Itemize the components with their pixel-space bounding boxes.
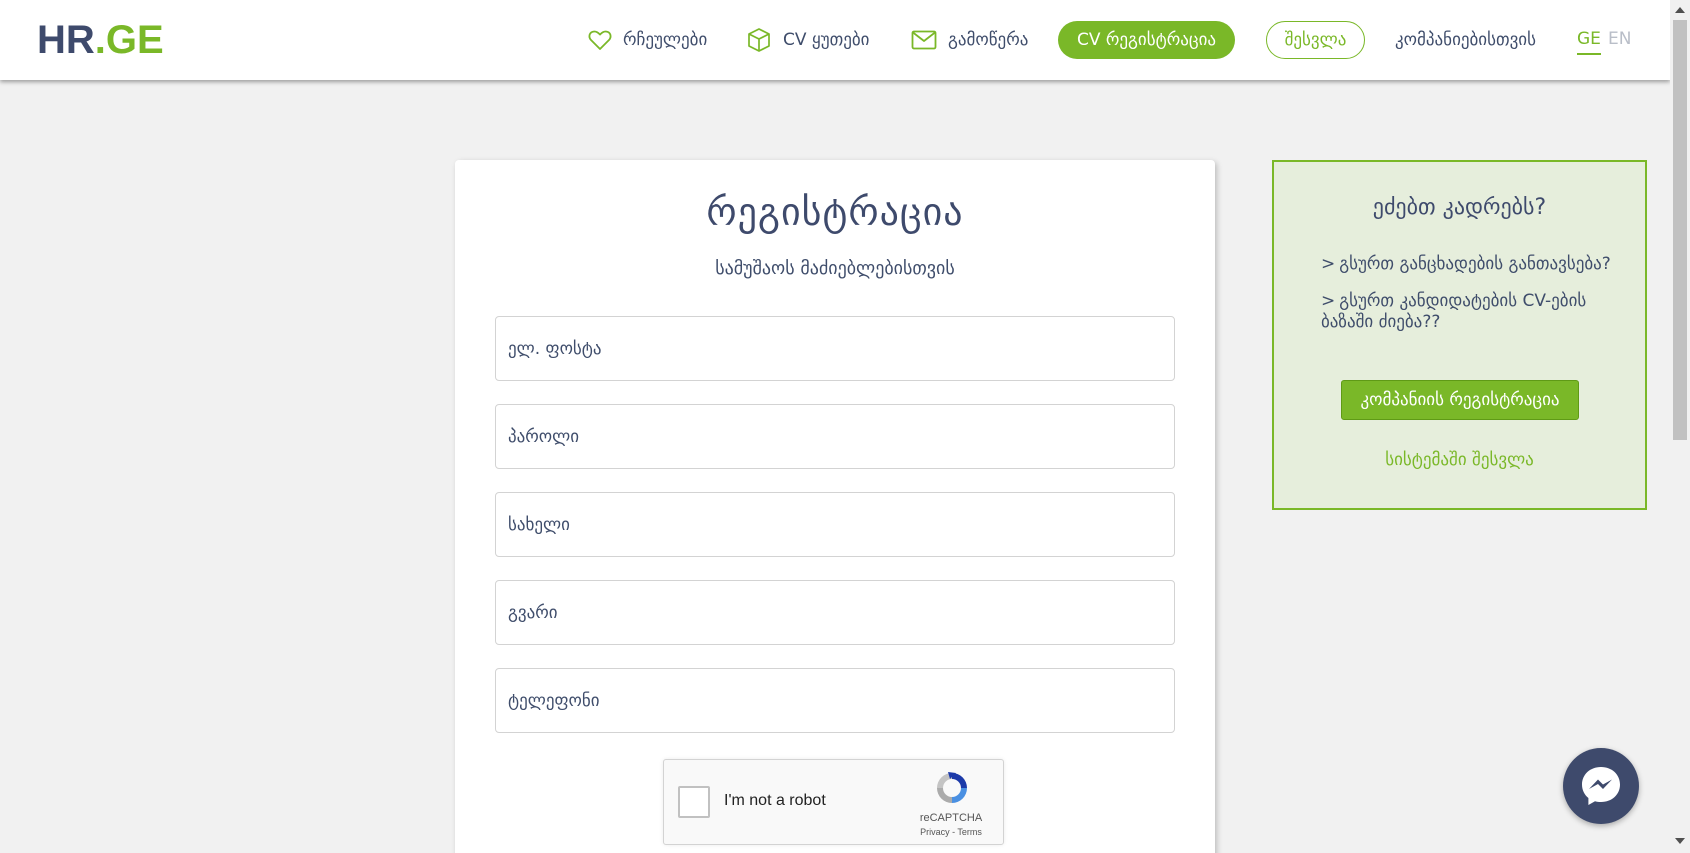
- scroll-up-arrow-icon[interactable]: [1675, 7, 1685, 13]
- recaptcha-logo-icon: [937, 772, 967, 803]
- login-button[interactable]: შესვლა: [1266, 21, 1365, 59]
- page-subtitle: სამუშაოს მაძიებლებისთვის: [715, 258, 955, 279]
- recaptcha-label: I'm not a robot: [724, 792, 826, 809]
- chevron-right-icon: >: [1321, 291, 1336, 311]
- registration-card: რეგისტრაცია სამუშაოს მაძიებლებისთვის I'm…: [455, 160, 1215, 853]
- nav-favorites-label: რჩეულები: [623, 30, 708, 50]
- page-scrollbar[interactable]: [1670, 0, 1690, 853]
- nav-cv-boxes[interactable]: CV ყუთები: [746, 0, 869, 80]
- heart-icon: [588, 30, 612, 50]
- employer-panel-item-text: გსურთ კანდიდატების CV-ების ბაზაში ძიება?…: [1321, 291, 1587, 332]
- envelope-icon: [911, 30, 937, 50]
- recaptcha-checkbox[interactable]: [678, 786, 710, 818]
- nav-favorites[interactable]: რჩეულები: [588, 0, 707, 80]
- employer-panel-item-text: გსურთ განცხადების განთავსება?: [1339, 254, 1611, 274]
- nav-cv-boxes-label: CV ყუთები: [783, 30, 870, 50]
- lang-ge[interactable]: GE: [1577, 29, 1601, 55]
- logo-hr: HR: [37, 18, 95, 62]
- recaptcha-brand: reCAPTCHA: [919, 812, 983, 824]
- system-login-link[interactable]: სისტემაში შესვლა: [1274, 450, 1645, 470]
- phone-field[interactable]: [495, 668, 1175, 733]
- employer-panel-item: > გსურთ კანდიდატების CV-ების ბაზაში ძიება…: [1321, 291, 1631, 333]
- nav-for-companies[interactable]: კომპანიებისთვის: [1395, 0, 1536, 80]
- last-name-field[interactable]: [495, 580, 1175, 645]
- logo-ge: GE: [105, 18, 164, 62]
- lang-en[interactable]: EN: [1608, 29, 1631, 49]
- nav-subscription-label: გამოწერა: [948, 30, 1029, 50]
- box-icon: [748, 28, 770, 52]
- first-name-field[interactable]: [495, 492, 1175, 557]
- chevron-right-icon: >: [1321, 254, 1336, 274]
- recaptcha-links[interactable]: Privacy - Terms: [906, 827, 996, 837]
- site-logo[interactable]: HR.GE: [37, 18, 164, 62]
- page-title: რეგისტრაცია: [706, 190, 964, 234]
- password-field[interactable]: [495, 404, 1175, 469]
- nav-subscription[interactable]: გამოწერა: [911, 0, 1028, 80]
- cv-register-button[interactable]: CV რეგისტრაცია: [1058, 21, 1235, 59]
- employer-panel: ეძებთ კადრებს? > გსურთ განცხადების განთავ…: [1272, 160, 1647, 510]
- email-field[interactable]: [495, 316, 1175, 381]
- messenger-icon: [1582, 767, 1620, 805]
- site-header: HR.GE რჩეულები CV ყუთები გამოწერა CV რეგ…: [0, 0, 1670, 80]
- employer-panel-title: ეძებთ კადრებს?: [1372, 195, 1547, 220]
- recaptcha-widget: I'm not a robot reCAPTCHA Privacy - Term…: [663, 759, 1004, 845]
- messenger-chat-button[interactable]: [1563, 748, 1639, 824]
- employer-panel-item: > გსურთ განცხადების განთავსება?: [1321, 254, 1631, 275]
- logo-dot: .: [94, 18, 106, 62]
- scroll-down-arrow-icon[interactable]: [1675, 838, 1685, 844]
- company-register-button[interactable]: კომპანიის რეგისტრაცია: [1341, 380, 1579, 420]
- scroll-thumb[interactable]: [1673, 20, 1687, 440]
